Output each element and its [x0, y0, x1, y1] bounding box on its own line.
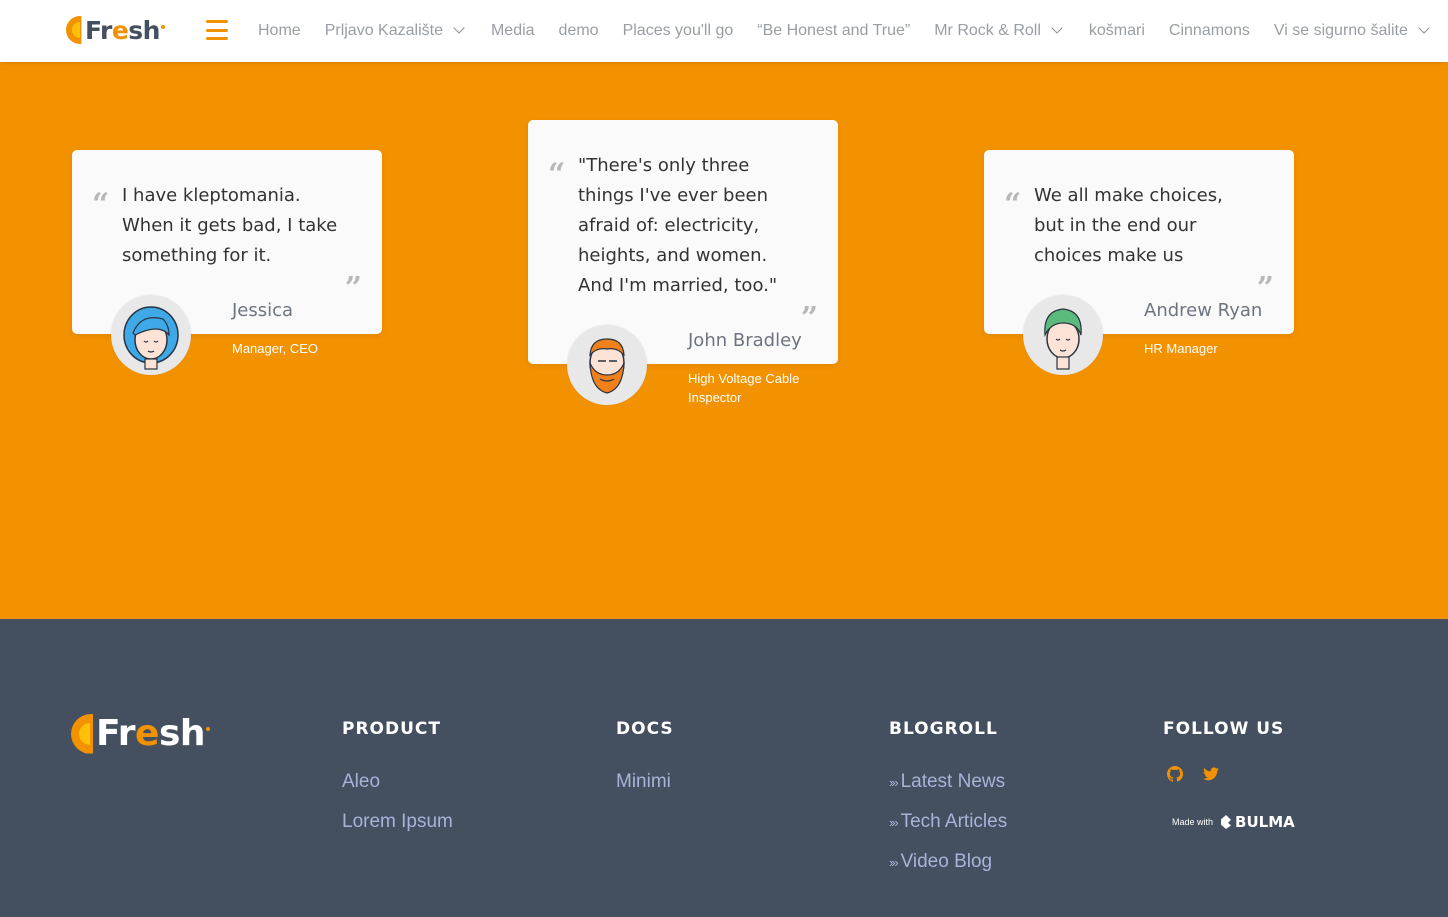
testimonial-card: “ We all make choices, but in the end ou… — [984, 150, 1294, 334]
footer-link-aleo[interactable]: Aleo — [342, 771, 380, 793]
nav-item-places[interactable]: Places you'll go — [623, 22, 734, 40]
footer-link-tech-articles[interactable]: ›» Tech Articles — [889, 811, 1007, 833]
hamburger-menu-icon[interactable] — [206, 20, 228, 40]
bearded-man-avatar — [567, 325, 647, 405]
footer-col-title-product: PRODUCT — [342, 719, 441, 739]
nav-item-mr-rock-roll[interactable]: Mr Rock & Roll — [934, 22, 1065, 40]
double-arrow-icon: ›» — [889, 775, 898, 790]
author-role: Manager, CEO — [232, 341, 318, 356]
chevron-down-icon — [1051, 22, 1063, 34]
logo-mark-icon — [71, 714, 95, 754]
top-navbar: Fresh Home Prljavo Kazalište Media demo … — [0, 0, 1448, 62]
footer-logo[interactable]: Fresh — [71, 713, 211, 754]
double-arrow-icon: ›» — [889, 815, 898, 830]
nav-item-demo[interactable]: demo — [559, 22, 599, 40]
nav-item-kosmari[interactable]: košmari — [1089, 22, 1145, 40]
logo-mark-icon — [66, 16, 84, 44]
quote-open-icon: “ — [548, 157, 566, 192]
author-name: Andrew Ryan — [1144, 300, 1263, 321]
chevron-down-icon — [1418, 22, 1430, 34]
testimonial-quote: "There's only three things I've ever bee… — [578, 155, 778, 296]
nav-item-cinnamons[interactable]: Cinnamons — [1169, 22, 1250, 40]
quote-close-icon: ” — [344, 271, 362, 306]
woman-blue-hair-avatar — [111, 295, 191, 375]
footer-col-title-follow-us: FOLLOW US — [1163, 719, 1285, 739]
main-menu: Home Prljavo Kazalište Media demo Places… — [258, 0, 1448, 62]
twitter-icon[interactable] — [1203, 766, 1219, 782]
chevron-down-icon — [453, 22, 465, 34]
man-green-hair-avatar — [1023, 295, 1103, 375]
footer-link-minimi[interactable]: Minimi — [616, 771, 671, 793]
footer-link-latest-news[interactable]: ›» Latest News — [889, 771, 1005, 793]
author-role: HR Manager — [1144, 341, 1218, 356]
nav-item-media[interactable]: Media — [491, 22, 535, 40]
github-icon[interactable] — [1167, 766, 1183, 782]
bulma-logo-icon — [1221, 815, 1232, 829]
author-role: High Voltage Cable Inspector — [688, 371, 800, 405]
footer-col-title-docs: DOCS — [616, 719, 674, 739]
testimonial-card: “ "There's only three things I've ever b… — [528, 120, 838, 364]
quote-open-icon: “ — [92, 187, 110, 222]
nav-item-home[interactable]: Home — [258, 22, 301, 40]
site-footer: Fresh PRODUCT Aleo Lorem Ipsum DOCS Mini… — [0, 619, 1448, 917]
logo-text: Fresh — [96, 713, 211, 754]
footer-col-title-blogroll: BLOGROLL — [889, 719, 998, 739]
made-with-bulma-badge[interactable]: Made with BULMA — [1172, 813, 1295, 831]
double-arrow-icon: ›» — [889, 855, 898, 870]
footer-link-video-blog[interactable]: ›» Video Blog — [889, 851, 992, 873]
nav-item-prljavo-kazaliste[interactable]: Prljavo Kazalište — [325, 22, 467, 40]
nav-item-vi-se-sigurno[interactable]: Vi se sigurno šalite — [1274, 22, 1432, 40]
testimonial-quote: I have kleptomania. When it gets bad, I … — [122, 185, 338, 266]
author-name: John Bradley — [688, 330, 802, 351]
author-name: Jessica — [232, 300, 294, 321]
testimonial-card: “ I have kleptomania. When it gets bad, … — [72, 150, 382, 334]
brand-logo[interactable]: Fresh — [66, 14, 165, 46]
nav-item-be-honest[interactable]: “Be Honest and True” — [757, 22, 910, 40]
footer-link-lorem-ipsum[interactable]: Lorem Ipsum — [342, 811, 453, 833]
quote-open-icon: “ — [1004, 187, 1022, 222]
social-links — [1167, 766, 1239, 782]
testimonial-quote: We all make choices, but in the end our … — [1034, 185, 1223, 266]
quote-close-icon: ” — [800, 301, 818, 336]
logo-text: Fresh — [85, 16, 165, 45]
